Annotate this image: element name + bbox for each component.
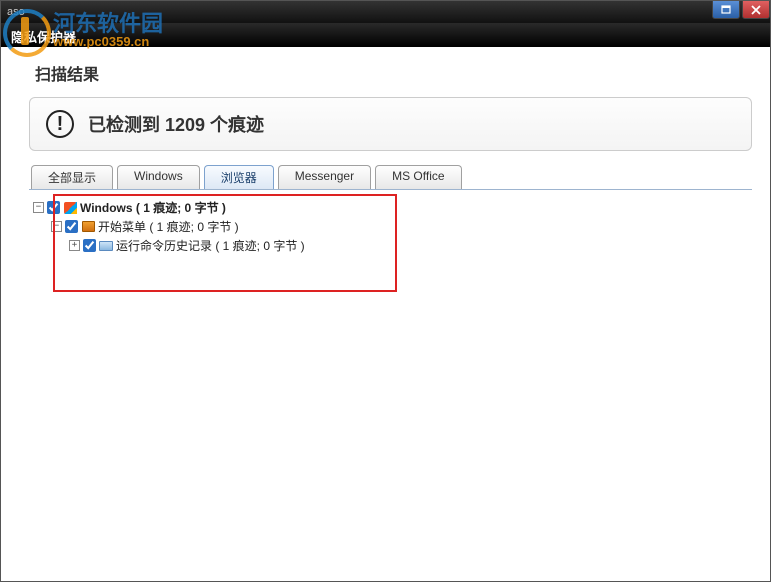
watermark-name: 河东软件园 (53, 13, 163, 35)
tab-messenger[interactable]: Messenger (278, 165, 371, 189)
content-area: 扫描结果 ! 已检测到 1209 个痕迹 全部显示 Windows 浏览器 Me… (1, 47, 770, 581)
node-checkbox[interactable] (47, 201, 60, 214)
alert-text: 已检测到 1209 个痕迹 (88, 111, 264, 137)
startmenu-icon (81, 220, 95, 234)
node-label: Windows ( 1 痕迹; 0 字节 ) (80, 199, 226, 216)
tree-panel: − Windows ( 1 痕迹; 0 字节 ) − 开始菜单 ( 1 痕迹; … (29, 189, 752, 579)
tab-browser[interactable]: 浏览器 (204, 165, 274, 189)
tab-office[interactable]: MS Office (375, 165, 461, 189)
node-checkbox[interactable] (83, 239, 96, 252)
tab-all[interactable]: 全部显示 (31, 165, 113, 189)
warning-icon: ! (46, 110, 74, 138)
close-button[interactable] (742, 1, 770, 19)
tab-windows[interactable]: Windows (117, 165, 200, 189)
minimize-button[interactable] (712, 1, 740, 19)
node-label: 开始菜单 ( 1 痕迹; 0 字节 ) (98, 218, 239, 235)
app-window: aso 隐私保护器 河东软件园 www.pc0359.cn 扫描结果 ! 已检测… (0, 0, 771, 582)
watermark: 河东软件园 www.pc0359.cn (3, 9, 163, 53)
expander-icon[interactable]: + (69, 240, 80, 251)
watermark-logo-icon (3, 9, 47, 53)
run-icon (99, 239, 113, 253)
node-label: 运行命令历史记录 ( 1 痕迹; 0 字节 ) (116, 237, 305, 254)
expander-icon[interactable]: − (51, 221, 62, 232)
page-title: 扫描结果 (35, 61, 752, 85)
node-checkbox[interactable] (65, 220, 78, 233)
result-tree: − Windows ( 1 痕迹; 0 字节 ) − 开始菜单 ( 1 痕迹; … (33, 198, 748, 255)
expander-icon[interactable]: − (33, 202, 44, 213)
windows-icon (63, 201, 77, 215)
close-icon (751, 5, 761, 15)
watermark-url: www.pc0359.cn (53, 35, 163, 49)
minimize-icon (721, 5, 731, 15)
tree-node-runhistory[interactable]: + 运行命令历史记录 ( 1 痕迹; 0 字节 ) (33, 236, 748, 255)
tab-bar: 全部显示 Windows 浏览器 Messenger MS Office (31, 165, 752, 189)
tree-node-startmenu[interactable]: − 开始菜单 ( 1 痕迹; 0 字节 ) (33, 217, 748, 236)
tree-node-windows[interactable]: − Windows ( 1 痕迹; 0 字节 ) (33, 198, 748, 217)
alert-box: ! 已检测到 1209 个痕迹 (29, 97, 752, 151)
